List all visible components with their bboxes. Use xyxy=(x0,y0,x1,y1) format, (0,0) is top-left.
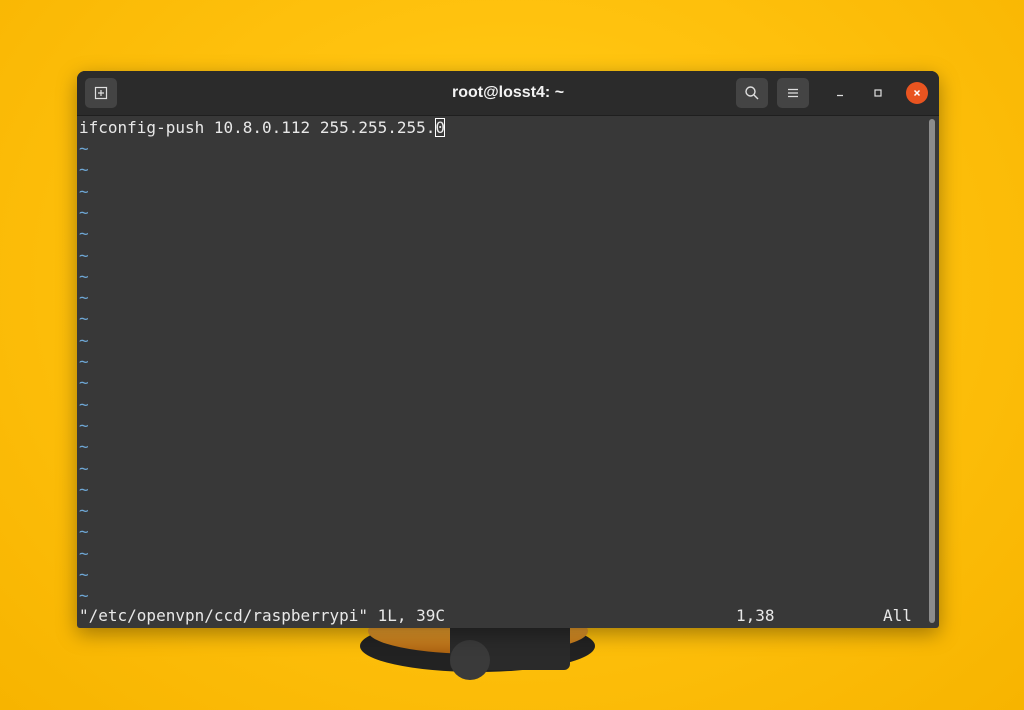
minimize-button[interactable] xyxy=(829,82,851,104)
empty-line-marker: ~ xyxy=(79,202,89,222)
terminal-window: root@losst4: ~ ifconfig-push 10.8.0.112 … xyxy=(77,71,939,628)
empty-line-marker: ~ xyxy=(79,330,89,350)
empty-line-marker: ~ xyxy=(79,139,89,158)
empty-line-marker: ~ xyxy=(79,394,89,414)
scrollbar[interactable] xyxy=(929,119,935,623)
empty-line-marker: ~ xyxy=(79,501,89,521)
maximize-button[interactable] xyxy=(867,82,889,104)
empty-line-marker: ~ xyxy=(79,543,89,563)
empty-line-marker: ~ xyxy=(79,181,89,201)
maximize-icon xyxy=(874,89,882,97)
minimize-icon xyxy=(837,94,843,97)
background-cord xyxy=(450,640,490,680)
empty-line-marker: ~ xyxy=(79,458,89,478)
window-title: root@losst4: ~ xyxy=(451,84,565,101)
empty-line-marker: ~ xyxy=(79,160,89,180)
new-tab-icon xyxy=(94,86,108,100)
search-icon xyxy=(745,86,759,100)
empty-line-marker: ~ xyxy=(79,224,89,244)
view-status: All xyxy=(883,606,912,625)
empty-line-marker: ~ xyxy=(79,437,89,457)
empty-line-marker: ~ xyxy=(79,522,89,542)
hamburger-menu-icon xyxy=(788,88,798,98)
menu-button[interactable] xyxy=(777,78,809,108)
terminal-content[interactable]: ifconfig-push 10.8.0.112 255.255.255.0 ~… xyxy=(77,116,927,628)
empty-line-marker: ~ xyxy=(79,352,89,371)
search-button[interactable] xyxy=(736,78,768,108)
editor-line-1[interactable]: ifconfig-push 10.8.0.112 255.255.255.0 xyxy=(79,117,446,138)
empty-line-marker: ~ xyxy=(79,586,89,606)
text-cursor: 0 xyxy=(435,118,446,137)
titlebar[interactable]: root@losst4: ~ xyxy=(77,71,939,116)
empty-line-marker: ~ xyxy=(79,309,89,329)
empty-line-marker: ~ xyxy=(79,415,89,435)
cursor-position-status: 1,38 xyxy=(736,606,775,625)
new-tab-button[interactable] xyxy=(85,78,117,108)
empty-line-marker: ~ xyxy=(79,373,89,393)
file-info-status: "/etc/openvpn/ccd/raspberrypi" 1L, 39C xyxy=(79,606,446,625)
empty-line-marker: ~ xyxy=(79,245,89,265)
empty-line-marker: ~ xyxy=(79,565,89,584)
close-icon xyxy=(913,89,921,97)
empty-line-marker: ~ xyxy=(79,266,89,286)
empty-line-marker: ~ xyxy=(79,479,89,499)
close-button[interactable] xyxy=(906,82,928,104)
empty-line-marker: ~ xyxy=(79,288,89,308)
editor-line-text: ifconfig-push 10.8.0.112 255.255.255. xyxy=(79,118,436,137)
